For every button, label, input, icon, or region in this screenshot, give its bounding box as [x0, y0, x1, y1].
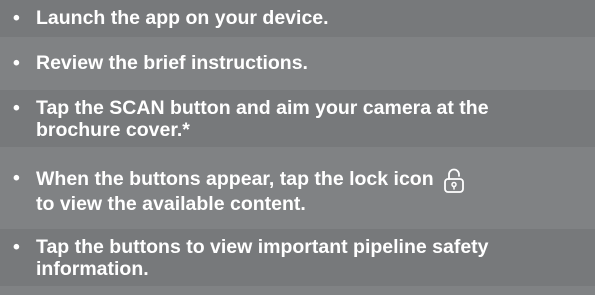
- bullet: •: [13, 167, 20, 189]
- step-line: When the buttons appear, tap the lock ic…: [36, 168, 434, 190]
- list-item: • Launch the app on your device.: [0, 0, 595, 37]
- step-text: Tap the buttons to view important pipeli…: [36, 236, 595, 280]
- bullet: •: [13, 52, 20, 74]
- step-text: When the buttons appear, tap the lock ic…: [36, 167, 595, 215]
- unlocked-padlock-icon: [443, 167, 465, 193]
- step-line: information.: [36, 258, 149, 280]
- bullet: •: [13, 7, 20, 29]
- step-text: Tap the SCAN button and aim your camera …: [36, 97, 595, 141]
- list-item: • Tap the SCAN button and aim your camer…: [0, 90, 595, 147]
- list-item: • When the buttons appear, tap the lock …: [0, 160, 595, 217]
- step-line: brochure cover.*: [36, 119, 190, 141]
- step-line: Review the brief instructions.: [36, 52, 308, 74]
- step-text: Launch the app on your device.: [36, 7, 595, 29]
- bullet: •: [13, 236, 20, 258]
- list-item: • Review the brief instructions.: [0, 45, 595, 82]
- step-text: Review the brief instructions.: [36, 52, 595, 74]
- step-line: Tap the SCAN button and aim your camera …: [36, 97, 489, 119]
- instruction-list: • Launch the app on your device. • Revie…: [0, 0, 595, 295]
- step-line: Tap the buttons to view important pipeli…: [36, 236, 489, 258]
- list-item: • Tap the buttons to view important pipe…: [0, 229, 595, 286]
- bullet: •: [13, 97, 20, 119]
- step-line: to view the available content.: [36, 193, 306, 215]
- step-line: Launch the app on your device.: [36, 7, 329, 29]
